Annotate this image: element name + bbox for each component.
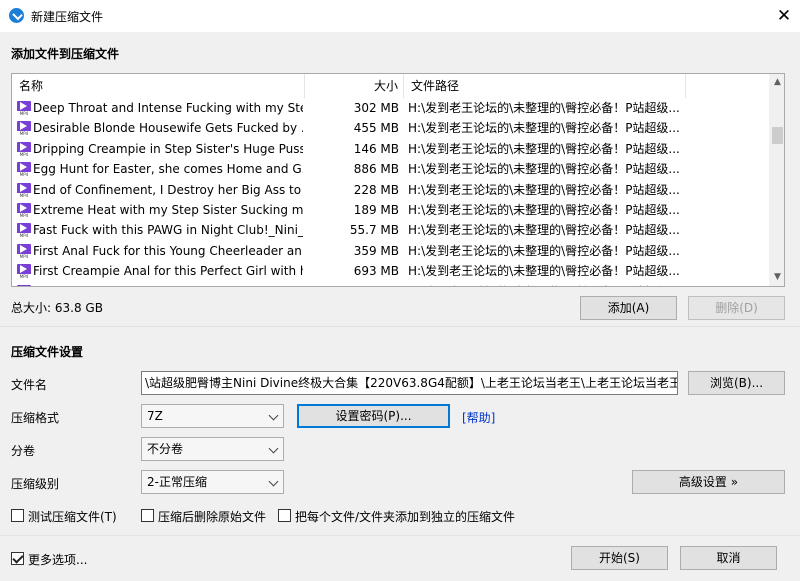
cancel-button[interactable]: 取消: [680, 546, 777, 570]
file-path: H:\发到老王论坛的\未整理的\臀控必备！P站超级...: [408, 202, 680, 217]
file-path: H:\发到老王论坛的\未整理的\臀控必备！P站超级...: [408, 141, 680, 156]
close-icon[interactable]: ✕: [768, 0, 800, 32]
column-path[interactable]: 文件路径: [404, 74, 686, 98]
file-path: H:\发到老王论坛的\未整理的\臀控必备！P站超级...: [408, 264, 680, 279]
title-bar: 新建压缩文件 ✕: [0, 0, 800, 32]
scroll-up-icon[interactable]: ▲: [769, 74, 784, 91]
file-size: 693 MB: [353, 264, 399, 279]
total-size: 总大小: 63.8 GB: [11, 301, 103, 315]
scroll-down-icon[interactable]: ▼: [769, 269, 784, 286]
add-section-title: 添加文件到压缩文件: [11, 47, 120, 61]
volume-value: 不分卷: [147, 442, 184, 456]
chevron-down-icon: [268, 410, 279, 421]
scroll-thumb[interactable]: [772, 127, 783, 144]
list-item[interactable]: Deep Throat and Intense Fucking with my …: [12, 98, 769, 118]
level-select[interactable]: 2-正常压缩: [141, 470, 284, 494]
settings-section-title: 压缩文件设置: [11, 345, 84, 359]
file-size: 120 MB: [304, 282, 399, 286]
format-label: 压缩格式: [11, 411, 60, 425]
file-name: Fast Fuck with this PAWG in Night Club!_…: [33, 223, 303, 238]
file-size: 886 MB: [353, 162, 399, 177]
separate-archives-checkbox[interactable]: [278, 509, 291, 522]
help-link[interactable]: [帮助]: [462, 409, 495, 426]
file-path: H:\发到老王论坛的\未整理的\臀控必备！P站超级...: [408, 101, 680, 115]
file-size: 228 MB: [353, 182, 399, 197]
list-item[interactable]: Desirable Blonde Housewife Gets Fucked b…: [12, 118, 769, 138]
video-file-icon: [17, 284, 31, 286]
video-file-icon: [17, 162, 31, 178]
volume-select[interactable]: 不分卷: [141, 437, 284, 461]
filename-label: 文件名: [11, 378, 48, 392]
column-size[interactable]: 大小: [305, 74, 404, 98]
chevron-down-icon: [268, 443, 279, 454]
window-title: 新建压缩文件: [31, 10, 104, 24]
video-file-icon: [17, 141, 31, 157]
delete-after-label[interactable]: 压缩后删除原始文件: [158, 508, 266, 525]
file-size: 189 MB: [353, 202, 399, 217]
chevron-down-icon: [268, 476, 279, 487]
list-item[interactable]: First Anal Fuck for this Young Cheerlead…: [12, 241, 769, 261]
file-size: 302 MB: [353, 101, 399, 115]
file-path: H:\发到老王论坛的\未整理的\臀控必备！P站超级...: [408, 243, 680, 258]
list-rows: Deep Throat and Intense Fucking with my …: [12, 98, 769, 286]
test-archive-label[interactable]: 测试压缩文件(T): [28, 508, 117, 525]
separate-archives-label[interactable]: 把每个文件/文件夹添加到独立的压缩文件: [295, 508, 515, 525]
format-select[interactable]: 7Z: [141, 404, 284, 428]
browse-button[interactable]: 浏览(B)...: [688, 371, 785, 395]
file-path: H:\发到老王论坛的\未整理的\臀控必备！P站超级...: [408, 282, 681, 286]
test-archive-checkbox[interactable]: [11, 509, 24, 522]
level-label: 压缩级别: [11, 477, 60, 491]
list-item[interactable]: First Creampie Anal for this Perfect Gir…: [12, 261, 769, 281]
vertical-scrollbar[interactable]: ▲ ▼: [769, 74, 784, 286]
file-path: H:\发到老王论坛的\未整理的\臀控必备！P站超级...: [408, 223, 680, 238]
file-name: First Creampie Anal for this Perfect Gir…: [33, 264, 303, 279]
list-item[interactable]: Extreme Heat with my Step Sister Sucking…: [12, 200, 769, 220]
file-name: Fuck with my Step Sister...: [33, 282, 303, 286]
set-password-button[interactable]: 设置密码(P)...: [297, 404, 450, 428]
file-size: 455 MB: [353, 121, 399, 136]
volume-label: 分卷: [11, 444, 36, 458]
start-button[interactable]: 开始(S): [571, 546, 668, 570]
more-options-label[interactable]: 更多选项...: [28, 551, 87, 568]
advanced-settings-button[interactable]: 高级设置 »: [632, 470, 785, 494]
app-icon: [9, 8, 24, 23]
more-options-checkbox[interactable]: [11, 552, 24, 565]
file-size: 55.7 MB: [349, 223, 399, 238]
list-item[interactable]: Fast Fuck with this PAWG in Night Club!_…: [12, 220, 769, 240]
column-name[interactable]: 名称: [12, 74, 305, 98]
delete-after-checkbox[interactable]: [141, 509, 154, 522]
video-file-icon: [17, 223, 31, 239]
file-name: Deep Throat and Intense Fucking with my …: [33, 101, 303, 115]
list-item[interactable]: Egg Hunt for Easter, she comes Home and …: [12, 159, 769, 179]
file-path: H:\发到老王论坛的\未整理的\臀控必备！P站超级...: [408, 121, 680, 136]
video-file-icon: [17, 264, 31, 280]
file-path: H:\发到老王论坛的\未整理的\臀控必备！P站超级...: [408, 162, 680, 177]
video-file-icon: [17, 121, 31, 137]
list-item[interactable]: End of Confinement, I Destroy her Big As…: [12, 180, 769, 200]
video-file-icon: [17, 243, 31, 259]
file-size: 359 MB: [353, 243, 399, 258]
file-path: H:\发到老王论坛的\未整理的\臀控必备！P站超级...: [408, 182, 680, 197]
video-file-icon: [17, 182, 31, 198]
file-name: End of Confinement, I Destroy her Big As…: [33, 182, 303, 197]
file-size: 146 MB: [353, 141, 399, 156]
file-name: Extreme Heat with my Step Sister Sucking…: [33, 202, 303, 217]
list-header: 名称 大小 文件路径: [12, 74, 784, 98]
filename-input[interactable]: \站超级肥臀博主Nini Divine终极大合集【220V63.8G4配额】\上…: [141, 371, 678, 395]
file-name: Desirable Blonde Housewife Gets Fucked b…: [33, 121, 303, 136]
file-list[interactable]: 名称 大小 文件路径 Deep Throat and Intense Fucki…: [11, 73, 785, 287]
format-value: 7Z: [147, 409, 163, 423]
file-name: Egg Hunt for Easter, she comes Home and …: [33, 162, 303, 177]
divider: [0, 535, 800, 536]
delete-button[interactable]: 删除(D): [688, 296, 785, 320]
list-item[interactable]: Fuck with my Step Sister...120 MB H:\发到老王…: [12, 282, 769, 286]
video-file-icon: [17, 101, 31, 116]
divider: [0, 326, 800, 327]
list-item[interactable]: Dripping Creampie in Step Sister's Huge …: [12, 139, 769, 159]
add-button[interactable]: 添加(A): [580, 296, 677, 320]
file-name: Dripping Creampie in Step Sister's Huge …: [33, 141, 303, 156]
level-value: 2-正常压缩: [147, 475, 207, 489]
video-file-icon: [17, 202, 31, 218]
file-name: First Anal Fuck for this Young Cheerlead…: [33, 243, 303, 258]
